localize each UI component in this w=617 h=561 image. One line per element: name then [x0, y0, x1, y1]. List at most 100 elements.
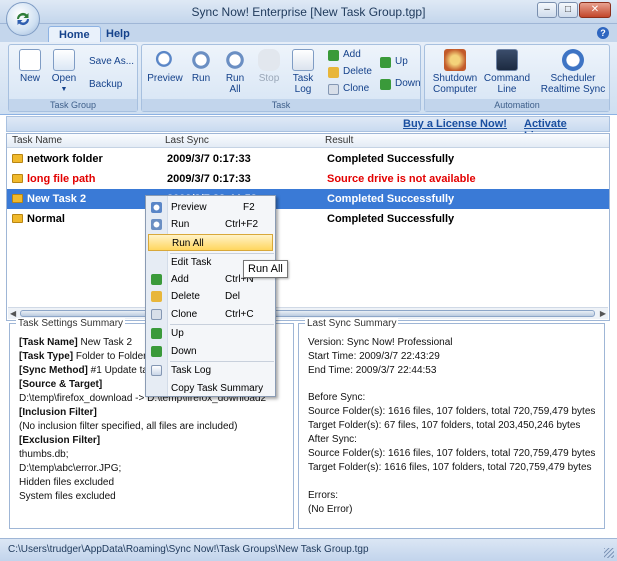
menu-item-up[interactable]: Up [148, 325, 273, 342]
backup-button[interactable]: Backup [89, 78, 122, 92]
summary-line: Source Folder(s): 1616 files, 107 folder… [308, 406, 596, 417]
summary-line: Source Folder(s): 1616 files, 107 folder… [308, 448, 596, 459]
plus-icon [328, 50, 339, 61]
task-result: Completed Successfully [327, 213, 455, 225]
scheduler-button[interactable]: Scheduler Realtime Sync [537, 49, 609, 95]
last-sync-summary: Last Sync Summary Version: Sync Now! Pro… [298, 318, 605, 529]
column-header-task-name[interactable]: Task Name [12, 135, 62, 146]
maximize-button[interactable]: □ [558, 2, 578, 18]
task-list-header: Task Name Last Sync Result [7, 134, 609, 148]
console-icon [496, 49, 518, 71]
app-menu-icon[interactable] [6, 2, 40, 36]
help-icon[interactable]: ? [597, 27, 609, 39]
preview-button[interactable]: Preview [146, 49, 184, 84]
arrow-down-icon [380, 79, 391, 90]
run-button[interactable]: Run [186, 49, 216, 84]
summary-line: Target Folder(s): 67 files, 107 folders,… [308, 420, 581, 431]
task-result: Source drive is not available [327, 173, 476, 185]
new-button[interactable]: New [13, 49, 47, 84]
task-result: Completed Successfully [327, 193, 455, 205]
group-label-task: Task [142, 99, 420, 111]
log-document-icon [292, 49, 314, 71]
command-line-button[interactable]: Command Line [483, 49, 531, 95]
open-button[interactable]: Open ▼ [47, 49, 81, 95]
folder-icon [12, 174, 23, 183]
tooltip: Run All [243, 260, 288, 278]
minimize-button[interactable]: – [537, 2, 557, 18]
run-all-button[interactable]: Run All [220, 49, 250, 95]
menu-item-down[interactable]: Down [148, 343, 273, 360]
task-log-button[interactable]: Task Log [288, 49, 318, 95]
summary-line: [Inclusion Filter] [19, 407, 97, 418]
save-as-button[interactable]: Save As... [89, 55, 134, 69]
column-header-last-sync[interactable]: Last Sync [165, 135, 209, 146]
scrollbar-thumb[interactable] [20, 310, 595, 317]
open-dropdown-icon[interactable]: ▼ [47, 84, 81, 95]
sync-all-icon [224, 49, 246, 71]
buy-license-link[interactable]: Buy a License Now! [403, 118, 507, 130]
arrow-down-icon [151, 346, 162, 357]
summary-line: Target Folder(s): 1616 files, 107 folder… [308, 462, 592, 473]
scroll-left-icon[interactable]: ◀ [10, 309, 16, 318]
menu-item-run-all[interactable]: Run All [148, 234, 273, 251]
task-name: Normal [27, 213, 65, 225]
task-name: network folder [27, 153, 103, 165]
summary-line: [Exclusion Filter] [19, 435, 101, 446]
task-row-selected[interactable]: New Task 2 2009/3/7 22:44:53 Completed S… [7, 189, 609, 209]
menu-item-preview[interactable]: Preview F2 [148, 199, 273, 216]
add-task-button[interactable]: Add [328, 48, 361, 62]
tab-help[interactable]: Help [96, 26, 140, 42]
menu-item-run[interactable]: Run Ctrl+F2 [148, 216, 273, 233]
folder-icon [12, 154, 23, 163]
clone-task-button[interactable]: Clone [328, 82, 369, 96]
task-name: long file path [27, 173, 96, 185]
summary-line: thumbs.db; [19, 449, 69, 460]
resize-grip-icon[interactable] [604, 548, 614, 558]
shutdown-icon [444, 49, 466, 71]
sync-arrows-icon [190, 49, 212, 71]
task-group-group: New Open ▼ Save As... Backup Task Group [8, 44, 138, 112]
automation-group: Shutdown Computer Command Line Scheduler… [424, 44, 610, 112]
clone-icon [151, 309, 162, 320]
new-document-icon [19, 49, 41, 71]
task-row[interactable]: network folder 2009/3/7 0:17:33 Complete… [7, 149, 609, 169]
move-down-button[interactable]: Down [380, 77, 421, 91]
summary-line: (No Error) [308, 504, 353, 515]
summary-line: [Task Name] New Task 2 [19, 337, 133, 348]
last-sync-summary-title: Last Sync Summary [305, 318, 399, 329]
column-header-result[interactable]: Result [325, 135, 353, 146]
summary-line: System files excluded [19, 491, 116, 502]
task-row[interactable]: Normal Completed Successfully [7, 209, 609, 229]
license-bar: Buy a License Now! Activate License [6, 116, 610, 142]
magnifier-icon [151, 202, 162, 213]
task-name: New Task 2 [27, 193, 87, 205]
summary-line: Hidden files excluded [19, 477, 115, 488]
open-folder-icon [53, 49, 75, 71]
task-row[interactable]: long file path 2009/3/7 0:17:33 Source d… [7, 169, 609, 189]
tab-home[interactable]: Home [48, 26, 101, 42]
arrow-up-icon [151, 328, 162, 339]
shutdown-computer-button[interactable]: Shutdown Computer [429, 49, 481, 95]
status-path: C:\Users\trudger\AppData\Roaming\Sync No… [8, 544, 369, 555]
scroll-right-icon[interactable]: ▶ [600, 309, 606, 318]
stop-button[interactable]: Stop [254, 49, 284, 84]
sync-logo-icon [16, 12, 30, 26]
delete-task-button[interactable]: Delete [328, 65, 372, 79]
eraser-icon [328, 67, 339, 78]
folder-icon [12, 214, 23, 223]
clock-icon [562, 49, 584, 71]
menu-item-clone[interactable]: Clone Ctrl+C [148, 306, 273, 323]
summary-line: Start Time: 2009/3/7 22:43:29 [308, 351, 440, 362]
group-label-task-group: Task Group [9, 99, 137, 111]
move-up-button[interactable]: Up [380, 55, 408, 69]
summary-line: [Task Type] Folder to Folder [19, 351, 147, 362]
menu-item-delete[interactable]: Delete Del [148, 288, 273, 305]
hand-stop-icon [258, 49, 280, 71]
close-button[interactable]: ✕ [579, 2, 611, 18]
menu-item-copy-task-summary[interactable]: Copy Task Summary [148, 380, 273, 397]
magnifier-icon [154, 49, 176, 71]
sync-arrows-icon [151, 219, 162, 230]
task-list: Task Name Last Sync Result network folde… [6, 133, 610, 321]
menu-item-task-log[interactable]: Task Log [148, 362, 273, 379]
task-last-sync: 2009/3/7 0:17:33 [167, 153, 251, 165]
